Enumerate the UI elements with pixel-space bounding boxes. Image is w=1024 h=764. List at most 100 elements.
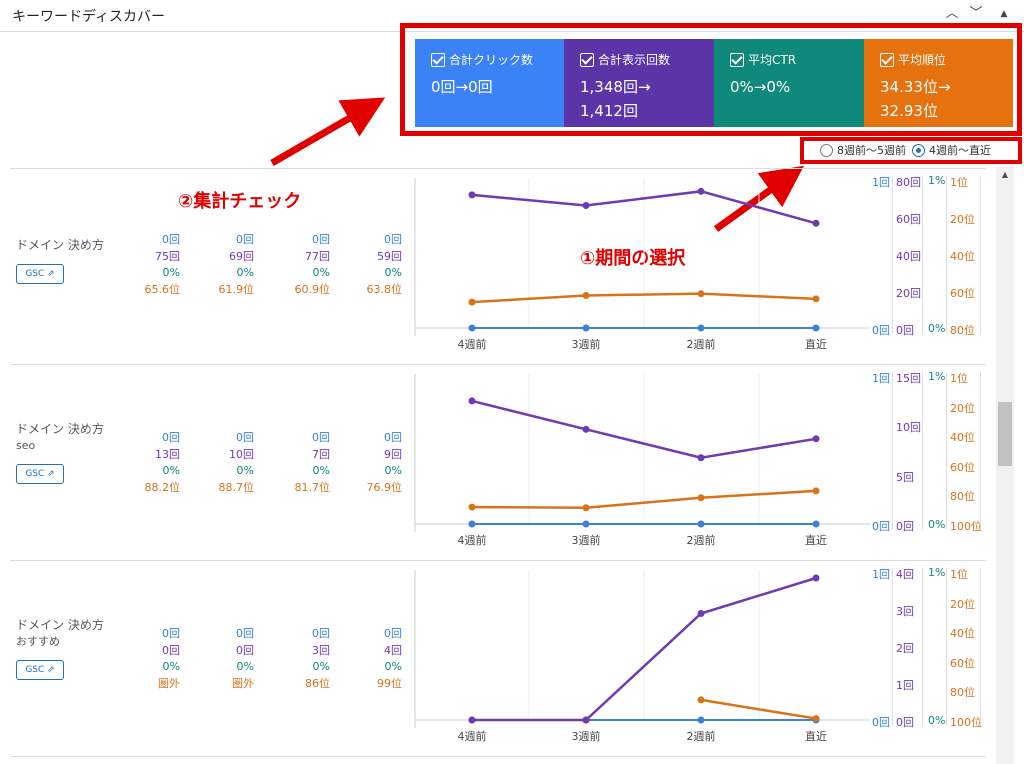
stat-impressions: 0回 [236, 643, 254, 657]
series-position-point [468, 298, 476, 306]
x-tick-label: 4週前 [458, 533, 487, 547]
axis-position-tick: 100位 [950, 716, 982, 729]
axis-ctr-tick: 0% [928, 714, 946, 727]
axis-position-tick: 20位 [950, 597, 975, 611]
stat-position: 76.9位 [366, 480, 403, 494]
series-clicks-point [697, 716, 705, 724]
trend-chart: 4週前 3週前 2週前 直近 [414, 178, 870, 351]
stat-impressions: 69回 [229, 249, 254, 263]
axis-impressions-line [922, 372, 923, 530]
series-clicks-point [697, 324, 705, 332]
axis-position-tick: 20位 [950, 401, 975, 415]
stat-impressions: 13回 [155, 447, 180, 461]
gsc-button[interactable]: GSC ⇗ [16, 264, 64, 284]
stat-ctr: 0% [384, 266, 402, 279]
stat-impressions: 4回 [384, 643, 402, 657]
axis-clicks-tick: 0回 [872, 324, 890, 337]
axis-impressions-line [922, 176, 923, 334]
axis-position-tick: 60位 [950, 287, 975, 300]
stat-position: 60.9位 [294, 282, 331, 296]
series-impressions-point [582, 425, 590, 433]
arrow-to-metrics [270, 97, 386, 167]
x-tick-label: 2週前 [687, 533, 716, 547]
series-position-point [582, 291, 590, 299]
series-impressions-point [468, 191, 476, 199]
stat-ctr: 0% [162, 464, 180, 477]
stat-position: 88.7位 [218, 480, 255, 494]
x-tick-label: 直近 [805, 533, 827, 547]
series-clicks-point [468, 324, 476, 332]
stat-position: 88.2位 [144, 480, 181, 494]
gsc-button[interactable]: GSC ⇗ [16, 464, 64, 484]
series-clicks-point [582, 324, 590, 332]
gsc-button[interactable]: GSC ⇗ [16, 660, 64, 680]
axis-ctr-tick: 1% [928, 566, 946, 579]
series-impressions-point [468, 716, 476, 724]
series-position-point [812, 487, 820, 495]
axis-position-line [980, 372, 981, 530]
row-divider [10, 756, 986, 757]
series-position-point [468, 503, 476, 511]
axis-ctr-line [946, 176, 947, 334]
series-position-point [582, 504, 590, 512]
axis-position-line [980, 568, 981, 726]
series-impressions-point [812, 219, 820, 227]
axis-impressions-tick: 1回 [896, 679, 914, 692]
axis-clicks-tick: 1回 [872, 568, 890, 581]
axis-ctr-tick: 0% [928, 322, 946, 335]
scrollbar-thumb[interactable] [998, 402, 1012, 466]
axis-ctr-tick: 1% [928, 370, 946, 383]
stat-position: 圏外 [232, 676, 254, 690]
trend-chart: 4週前 3週前 2週前 直近 [414, 374, 870, 547]
axis-clicks-tick: 1回 [872, 176, 890, 189]
x-tick-label: 3週前 [572, 337, 601, 351]
axis-position-tick: 1位 [950, 176, 968, 189]
stat-position: 81.7位 [294, 480, 331, 494]
axis-impressions-tick: 3回 [896, 605, 914, 618]
stat-clicks: 0回 [236, 627, 254, 640]
stat-position: 63.8位 [366, 282, 403, 296]
series-impressions-point [697, 610, 705, 617]
stat-clicks: 0回 [162, 431, 180, 444]
series-position-point [697, 494, 705, 502]
series-position-point [812, 715, 820, 723]
stat-clicks: 0回 [162, 233, 180, 246]
series-impressions-point [697, 187, 705, 195]
keyword-discover-panel: キーワードディスカバー ︿ ﹀ ▲ 合計クリック数 0回→0回 合計表示回数 1… [0, 0, 1024, 764]
stat-impressions: 75回 [155, 249, 180, 263]
axis-position-tick: 60位 [950, 656, 975, 670]
stat-clicks: 0回 [236, 233, 254, 246]
stat-clicks: 0回 [312, 627, 330, 640]
axis-position-tick: 40位 [950, 431, 975, 445]
stat-ctr: 0% [312, 464, 330, 477]
series-clicks-point [812, 324, 820, 332]
axis-clicks-tick: 0回 [872, 716, 890, 729]
series-impressions-point [812, 574, 820, 582]
stat-position: 61.9位 [218, 282, 255, 296]
axis-impressions-tick: 0回 [896, 520, 914, 533]
x-tick-label: 直近 [805, 337, 827, 351]
stat-clicks: 0回 [312, 233, 330, 246]
axis-position-tick: 40位 [950, 627, 975, 641]
axis-position-tick: 40位 [950, 250, 975, 263]
stat-impressions: 9回 [384, 447, 402, 461]
stat-clicks: 0回 [384, 431, 402, 444]
axis-position-tick: 1位 [950, 568, 968, 581]
scroll-up-arrow[interactable]: ▲ [996, 166, 1014, 184]
stat-clicks: 0回 [384, 233, 402, 246]
axis-ctr-line [946, 372, 947, 530]
series-position-point [812, 295, 820, 303]
axis-impressions-line [922, 568, 923, 726]
stat-clicks: 0回 [236, 431, 254, 444]
series-clicks-point [468, 520, 476, 528]
stat-ctr: 0% [384, 660, 402, 673]
axis-clicks-tick: 0回 [872, 520, 890, 533]
axis-impressions-tick: 5回 [896, 470, 914, 484]
axis-impressions-tick: 80回 [896, 176, 921, 189]
stat-impressions: 10回 [229, 447, 254, 461]
stat-clicks: 0回 [162, 627, 180, 640]
series-impressions-point [582, 716, 590, 724]
stat-clicks: 0回 [384, 627, 402, 640]
axis-clicks-line [892, 176, 893, 334]
axis-impressions-tick: 4回 [896, 568, 914, 581]
